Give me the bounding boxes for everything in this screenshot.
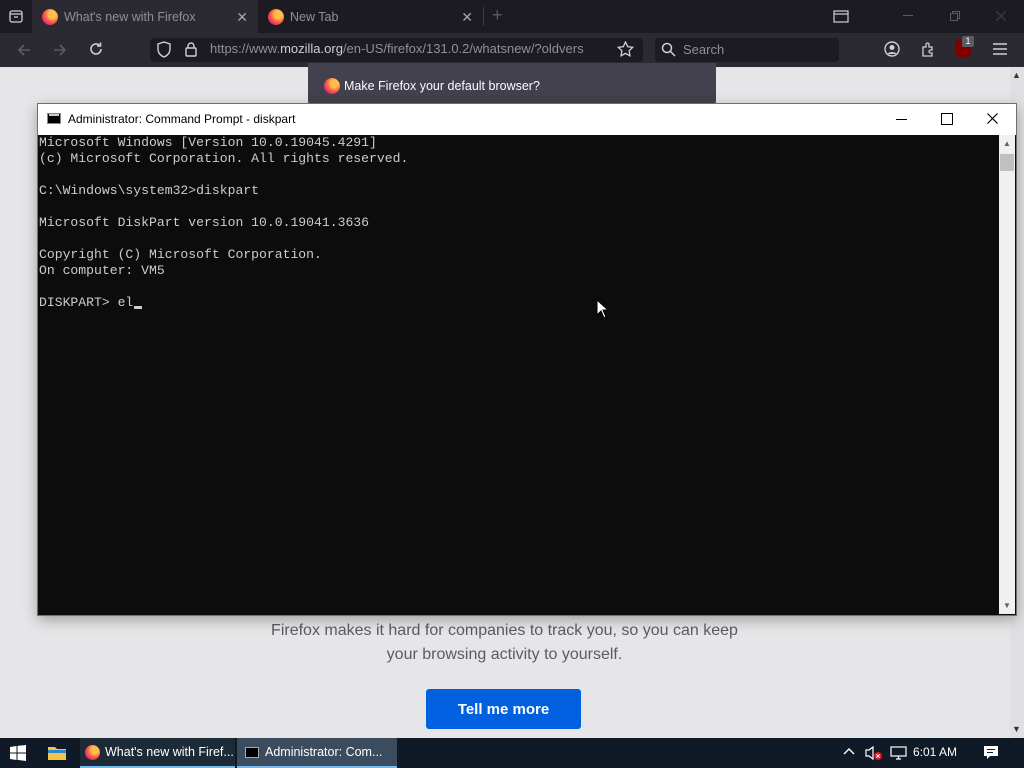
scroll-down-arrow-icon[interactable]: ▼ (1012, 724, 1021, 734)
window-restore-icon[interactable] (950, 11, 960, 21)
close-tab-icon[interactable]: ✕ (236, 9, 248, 26)
volume-muted-icon[interactable] (865, 745, 883, 761)
close-tab-icon[interactable]: ✕ (461, 9, 473, 26)
tab-list-icon[interactable] (8, 8, 24, 24)
search-placeholder: Search (683, 42, 725, 57)
console-line: On computer: VM5 (39, 263, 165, 278)
cmd-scroll-up-icon[interactable]: ▲ (1003, 139, 1011, 148)
reload-icon[interactable] (88, 41, 104, 57)
bookmark-star-icon[interactable] (617, 41, 634, 57)
command-input[interactable]: el (118, 295, 134, 310)
tab-overview-icon[interactable] (833, 10, 849, 23)
privacy-description: Firefox makes it hard for companies to t… (271, 622, 738, 663)
diskpart-prompt: DISKPART> (39, 295, 118, 310)
cmd-console-output[interactable]: Microsoft Windows [Version 10.0.19045.42… (39, 135, 999, 614)
tab-divider (483, 7, 484, 26)
firefox-icon (85, 744, 100, 760)
cmd-window-title: Administrator: Command Prompt - diskpart (68, 112, 296, 126)
text-cursor (134, 306, 143, 309)
tab-label: New Tab (290, 9, 339, 24)
network-icon[interactable] (890, 746, 907, 760)
firefox-icon (42, 8, 58, 25)
cmd-minimize-icon[interactable] (896, 119, 907, 120)
extensions-icon[interactable] (920, 41, 936, 57)
cmd-app-icon (47, 113, 61, 124)
extension-badge: 1 (962, 36, 974, 47)
command-prompt-window[interactable]: Administrator: Command Prompt - diskpart… (38, 104, 1016, 615)
taskbar-app-label: Administrator: Com... (265, 745, 383, 759)
cmd-app-icon (245, 746, 259, 758)
console-line: Microsoft DiskPart version 10.0.19041.36… (39, 215, 370, 230)
tab-label: What's new with Firefox (64, 9, 196, 24)
console-line: Copyright (C) Microsoft Corporation. (39, 247, 322, 262)
taskbar-app-label: What's new with Firef... (105, 745, 234, 759)
window-close-icon[interactable] (996, 11, 1006, 21)
account-icon[interactable] (884, 41, 900, 57)
cmd-maximize-icon[interactable] (941, 113, 953, 125)
forward-arrow-icon[interactable] (52, 42, 68, 58)
tray-chevron-up-icon[interactable] (843, 747, 855, 755)
console-line: Microsoft Windows [Version 10.0.19045.42… (39, 135, 377, 150)
action-center-icon[interactable] (983, 745, 999, 760)
diskpart-prompt-line[interactable]: DISKPART> el (39, 295, 143, 311)
cmd-title-bar[interactable]: Administrator: Command Prompt - diskpart (38, 104, 1016, 135)
window-minimize-icon[interactable] (903, 15, 913, 16)
file-explorer-icon[interactable] (48, 745, 66, 760)
url-text[interactable]: https://www.mozilla.org/en-US/firefox/13… (210, 41, 612, 59)
taskbar-clock[interactable]: 6:01 AM (913, 745, 957, 759)
tab-new-tab[interactable]: New Tab ✕ (258, 0, 483, 33)
app-menu-icon[interactable] (993, 43, 1007, 55)
firefox-icon (324, 78, 340, 94)
firefox-icon (268, 8, 284, 25)
search-icon (661, 42, 676, 57)
console-line: C:\Windows\system32>diskpart (39, 183, 260, 198)
taskbar-cmd-app[interactable]: Administrator: Com... (237, 738, 397, 768)
back-arrow-icon[interactable] (16, 42, 32, 58)
console-line: (c) Microsoft Corporation. All rights re… (39, 151, 409, 166)
taskbar-firefox-app[interactable]: What's new with Firef... (80, 738, 235, 768)
start-windows-icon[interactable] (10, 745, 26, 761)
lock-icon[interactable] (184, 41, 198, 57)
scroll-up-arrow-icon[interactable]: ▲ (1012, 70, 1021, 80)
cmd-scrollbar-thumb[interactable] (1000, 154, 1014, 171)
new-tab-button[interactable]: + (492, 5, 503, 26)
tell-me-more-button[interactable]: Tell me more (426, 689, 581, 729)
cmd-close-icon[interactable] (987, 113, 998, 124)
mouse-pointer-icon (596, 299, 608, 319)
cmd-scrollbar[interactable] (999, 135, 1015, 614)
cmd-scroll-down-icon[interactable]: ▼ (1003, 601, 1011, 610)
tab-whats-new[interactable]: What's new with Firefox ✕ (32, 0, 258, 33)
notification-text: Make Firefox your default browser? (344, 79, 540, 93)
shield-icon[interactable] (156, 41, 172, 58)
